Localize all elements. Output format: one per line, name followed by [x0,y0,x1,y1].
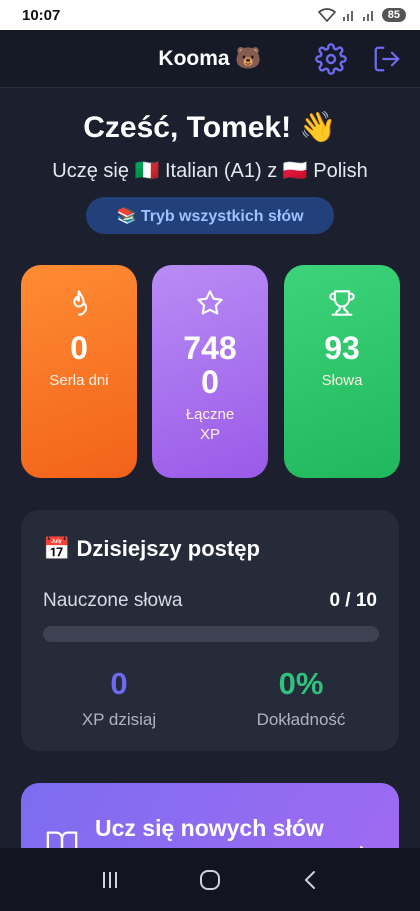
xp-today-value: 0 [110,666,128,701]
flame-icon [73,290,88,316]
recents-button[interactable] [90,860,130,900]
total-xp-card[interactable]: 7480 Łączne XP [152,265,268,478]
settings-button[interactable] [314,42,348,76]
gear-icon [315,43,347,75]
streak-card[interactable]: 0 Serla dni [21,265,137,478]
daily-progress-card: 📅 Dzisiejszy postęp Nauczone słowa 0 / 1… [21,510,399,751]
words-card[interactable]: 93 Słowa [284,265,400,478]
battery-badge: 85 [381,8,406,22]
words-value: 93 [324,330,360,366]
status-time: 10:07 [22,6,61,24]
app-title: Kooma 🐻 [158,46,262,70]
words-label: Słowa [321,372,363,389]
logout-icon [374,46,400,72]
learned-words-value: 0 / 10 [329,590,377,611]
wifi-icon [317,8,336,22]
greeting-heading: Cześć, Tomek! 👋 [83,111,337,144]
learned-words-label: Nauczone słowa [43,590,183,611]
recents-icon [103,871,117,888]
accuracy-label: Dokładność [256,710,346,729]
all-words-mode-button[interactable]: 📚 Tryb wszystkich słów [86,197,334,234]
logout-button[interactable] [370,42,404,76]
xp-today-label: XP dzisiaj [81,710,157,729]
total-xp-label: Łączne XP [185,406,235,443]
accuracy-value: 0% [278,666,324,701]
daily-progress-bar [43,626,379,642]
back-icon [304,870,315,889]
learn-new-words-label: Ucz się nowych słów [95,815,324,841]
star-icon [197,290,223,315]
app-header: Kooma 🐻 [0,30,420,88]
home-icon [200,869,220,890]
learning-languages: Uczę się 🇮🇹 Italian (A1) z 🇵🇱 Polish [52,160,368,182]
trophy-icon [329,290,355,316]
signal-icon-2 [362,11,373,21]
status-icons: 85 [317,8,406,22]
streak-value: 0 [70,330,88,366]
system-nav-bar [0,848,420,911]
daily-progress-title: 📅 Dzisiejszy postęp [43,536,260,561]
xp-today-stat: 0 XP dzisiaj [29,666,209,730]
status-bar: 10:07 85 [0,0,420,30]
home-button[interactable] [190,860,230,900]
total-xp-value: 7480 [183,330,237,400]
streak-label: Serla dni [49,372,109,389]
signal-icon [342,11,353,21]
back-button[interactable] [290,860,330,900]
accuracy-stat: 0% Dokładność [211,666,391,730]
